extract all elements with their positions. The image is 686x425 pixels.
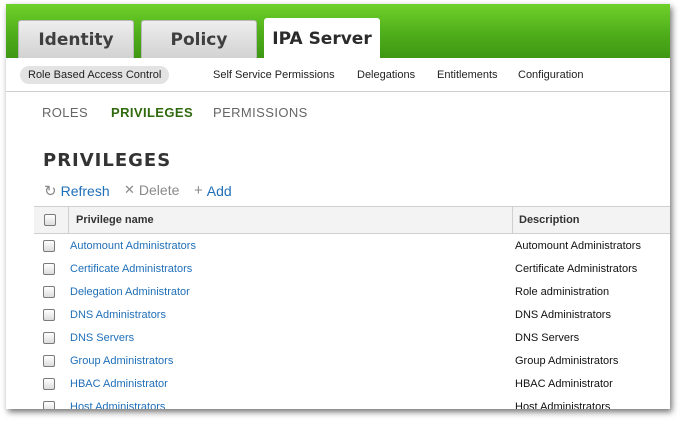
privilege-description: Host Administrators (515, 401, 611, 409)
column-header-description[interactable]: Description (519, 214, 580, 226)
table-row: Delegation Administrator Role administra… (34, 283, 670, 306)
table-row: DNS Administrators DNS Administrators (34, 306, 670, 329)
privilege-name-link[interactable]: Delegation Administrator (70, 286, 190, 298)
subnav-role-based-access-control[interactable]: Role Based Access Control (20, 66, 170, 84)
column-divider (512, 207, 513, 233)
x-icon: ✕ (124, 182, 135, 197)
plus-icon: + (194, 182, 203, 199)
subnav-delegations[interactable]: Delegations (349, 66, 423, 84)
select-all-cell (34, 207, 69, 233)
subnav-entitlements[interactable]: Entitlements (429, 66, 506, 84)
column-header-privilege-name[interactable]: Privilege name (76, 214, 154, 226)
privilege-name-link[interactable]: Host Administrators (70, 401, 165, 409)
table-row: HBAC Administrator HBAC Administrator (34, 375, 670, 398)
tab-policy[interactable]: Policy (141, 20, 257, 58)
add-label: Add (206, 182, 232, 199)
subnav-self-service-permissions[interactable]: Self Service Permissions (205, 66, 343, 84)
subnav-configuration[interactable]: Configuration (510, 66, 591, 84)
tab-identity[interactable]: Identity (18, 20, 134, 58)
refresh-icon: ↻ (44, 183, 57, 200)
refresh-label: Refresh (60, 183, 110, 199)
privilege-description: Group Administrators (515, 355, 619, 367)
l3nav-privileges[interactable]: PRIVILEGES (111, 105, 193, 120)
row-checkbox[interactable] (43, 309, 55, 321)
l3nav-roles[interactable]: ROLES (42, 105, 88, 120)
row-checkbox[interactable] (43, 286, 55, 298)
privilege-name-link[interactable]: HBAC Administrator (70, 378, 168, 390)
privilege-description: DNS Servers (515, 332, 580, 344)
row-checkbox[interactable] (43, 355, 55, 367)
sub-navigation: Role Based Access Control Self Service P… (6, 58, 670, 92)
page-title: PRIVILEGES (43, 150, 172, 171)
add-button[interactable]: + Add (194, 182, 232, 199)
select-all-checkbox[interactable] (44, 214, 56, 226)
privilege-name-link[interactable]: Certificate Administrators (70, 263, 192, 275)
tab-ipa-server[interactable]: IPA Server (264, 18, 380, 60)
row-checkbox[interactable] (43, 378, 55, 390)
delete-button[interactable]: ✕ Delete (124, 182, 179, 198)
privilege-name-link[interactable]: Group Administrators (70, 355, 173, 367)
table-row: Certificate Administrators Certificate A… (34, 260, 670, 283)
delete-label: Delete (138, 182, 180, 198)
privilege-name-link[interactable]: DNS Administrators (70, 309, 166, 321)
table-row: Group Administrators Group Administrator… (34, 352, 670, 375)
row-checkbox[interactable] (43, 263, 55, 275)
privilege-description: Role administration (515, 286, 610, 298)
privilege-description: HBAC Administrator (515, 378, 613, 390)
table-row: DNS Servers DNS Servers (34, 329, 670, 352)
table-row: Host Administrators Host Administrators (34, 398, 670, 409)
refresh-button[interactable]: ↻ Refresh (44, 182, 110, 200)
privilege-name-link[interactable]: DNS Servers (70, 332, 134, 344)
privilege-description: Certificate Administrators (515, 263, 638, 275)
table-row: Automount Administrators Automount Admin… (34, 237, 670, 260)
privilege-description: Automount Administrators (515, 240, 641, 252)
l3nav-permissions[interactable]: PERMISSIONS (213, 105, 308, 120)
privilege-name-link[interactable]: Automount Administrators (70, 240, 196, 252)
row-checkbox[interactable] (43, 401, 55, 409)
table-header: Privilege name Description (34, 206, 670, 234)
row-checkbox[interactable] (43, 332, 55, 344)
privilege-description: DNS Administrators (515, 309, 611, 321)
app-frame: Identity Policy IPA Server Role Based Ac… (6, 4, 670, 409)
row-checkbox[interactable] (43, 240, 55, 252)
